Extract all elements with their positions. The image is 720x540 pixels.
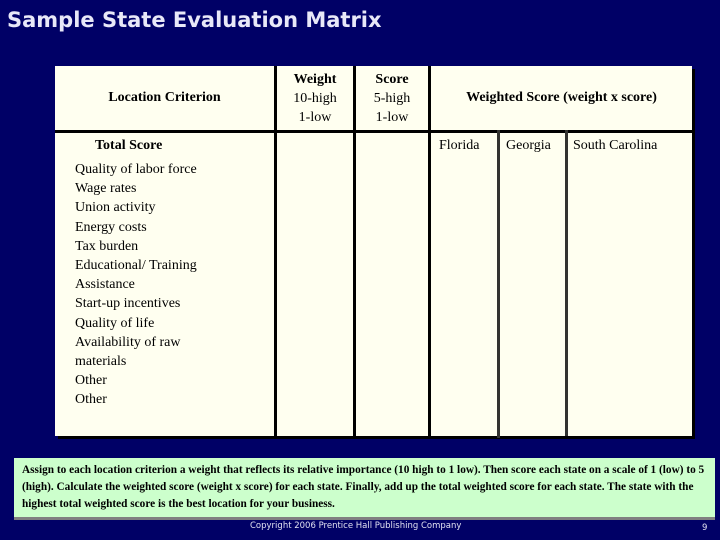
criterion-item: Union activity	[75, 200, 156, 216]
header-score: Score 5-high 1-low	[356, 70, 428, 127]
criterion-item: Assistance	[75, 277, 135, 293]
criterion-item: Availability of raw	[75, 334, 181, 350]
column-divider-florida-georgia	[497, 130, 500, 438]
header-weighted-score: Weighted Score (weight x score)	[466, 90, 657, 105]
header-weight-high: 10-high	[293, 91, 337, 106]
criterion-item: Wage rates	[75, 181, 137, 197]
instructions-text: Assign to each location criterion a weig…	[22, 464, 705, 510]
page-number: 9	[702, 523, 708, 533]
header-weight-label: Weight	[293, 72, 337, 87]
criterion-item: Quality of life	[75, 315, 155, 331]
header-weight: Weight 10-high 1-low	[277, 70, 353, 127]
total-score-label: Total Score	[95, 138, 163, 153]
criterion-item: Energy costs	[75, 219, 147, 235]
state-south-carolina: South Carolina	[573, 138, 658, 153]
column-divider-score-weighted	[428, 66, 431, 436]
header-location-criterion: Location Criterion	[108, 90, 221, 105]
slide-title: Sample State Evaluation Matrix	[7, 8, 382, 32]
criterion-item: Educational/ Training	[75, 258, 197, 274]
header-score-label: Score	[375, 72, 409, 87]
criteria-list: Quality of labor force Wage rates Union …	[75, 160, 197, 410]
criterion-item: Quality of labor force	[75, 162, 197, 177]
criterion-item: materials	[75, 354, 127, 370]
column-divider-georgia-southcarolina	[565, 130, 568, 436]
criterion-item: Other	[75, 373, 107, 389]
header-score-low: 1-low	[375, 110, 409, 125]
header-weight-low: 1-low	[298, 110, 332, 125]
evaluation-matrix-table: Location Criterion Weight 10-high 1-low …	[55, 66, 692, 438]
criterion-item: Start-up incentives	[75, 296, 181, 312]
criterion-item: Tax burden	[75, 238, 139, 254]
header-score-high: 5-high	[373, 91, 411, 106]
state-florida: Florida	[439, 138, 480, 153]
header-divider	[55, 130, 692, 133]
criterion-item: Other	[75, 392, 107, 408]
state-georgia: Georgia	[506, 138, 551, 153]
instructions-box: Assign to each location criterion a weig…	[14, 458, 715, 520]
footer-copyright: Copyright 2006 Prentice Hall Publishing …	[250, 521, 462, 531]
